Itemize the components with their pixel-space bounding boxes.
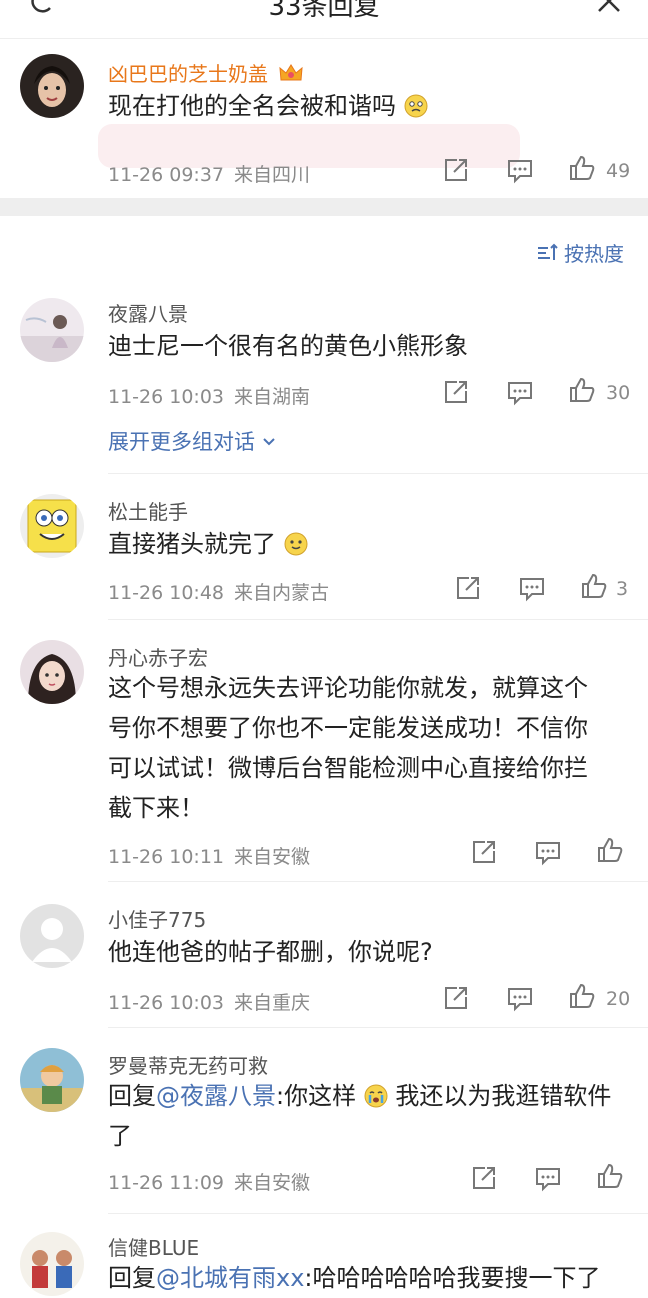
top-bar: 33条回复 (0, 0, 648, 39)
like-count: 49 (606, 160, 631, 182)
comment-meta: 11-26 10:03 来自湖南 (108, 386, 311, 408)
list-item: 信健BLUE 回复@北城有雨xx:哈哈哈哈哈哈我要搜一下了 (0, 1214, 648, 1296)
list-item: 丹心赤子宏 这个号想永远失去评论功能你就发，就算这个 号你不想要了你也不一定能发… (0, 620, 648, 882)
comment-text: 这个号想永远失去评论功能你就发，就算这个 号你不想要了你也不一定能发送成功！不信… (108, 674, 588, 822)
like-count: 3 (616, 578, 629, 600)
avatar[interactable] (20, 1232, 84, 1296)
avatar[interactable] (20, 1048, 84, 1112)
comment-text: 他连他爸的帖子都删，你说呢? (108, 938, 433, 966)
comment-meta: 11-26 10:11 来自安徽 (108, 846, 311, 868)
username[interactable]: 凶巴巴的芝士奶盖 (108, 58, 304, 87)
mention-link[interactable]: @北城有雨xx (156, 1264, 304, 1292)
like-icon[interactable] (580, 572, 608, 600)
share-icon[interactable] (442, 378, 470, 406)
username[interactable]: 丹心赤子宏 (108, 642, 208, 671)
comment-icon[interactable] (506, 984, 534, 1012)
username[interactable]: 小佳子775 (108, 904, 206, 933)
list-item: 松土能手 直接猪头就完了 11-26 10:48 来自内蒙古 3 (0, 474, 648, 620)
smile-emoji-icon (284, 532, 308, 556)
like-count: 20 (606, 988, 631, 1010)
mention-link[interactable]: @夜露八景 (156, 1082, 276, 1110)
worried-emoji-icon (404, 94, 428, 118)
comment-text: 直接猪头就完了 (108, 524, 628, 564)
avatar[interactable] (20, 494, 84, 558)
comment-icon[interactable] (534, 1164, 562, 1192)
comment-text: 迪士尼一个很有名的黄色小熊形象 (108, 332, 468, 360)
username[interactable]: 松土能手 (108, 496, 188, 525)
share-icon[interactable] (454, 574, 482, 602)
crying-emoji-icon (364, 1084, 388, 1108)
like-icon[interactable] (568, 154, 596, 182)
page-title: 33条回复 (268, 0, 380, 22)
like-icon[interactable] (568, 376, 596, 404)
sort-toggle[interactable]: 按热度 (536, 238, 624, 266)
comment-icon[interactable] (506, 378, 534, 406)
comment-text: 回复@夜露八景:你这样 我还以为我逛错软件 了 (108, 1082, 612, 1150)
chevron-down-icon (262, 438, 275, 446)
expand-conversation-link[interactable]: 展开更多组对话 (108, 426, 276, 456)
username[interactable]: 罗曼蒂克无药可救 (108, 1050, 268, 1079)
avatar[interactable] (20, 640, 84, 704)
share-icon[interactable] (470, 838, 498, 866)
avatar[interactable] (20, 904, 84, 968)
comment-text: 回复@北城有雨xx:哈哈哈哈哈哈我要搜一下了 (108, 1264, 601, 1292)
list-item: 罗曼蒂克无药可救 回复@夜露八景:你这样 我还以为我逛错软件 了 11-26 1… (0, 1028, 648, 1214)
like-count: 30 (606, 382, 631, 404)
share-icon[interactable] (470, 1164, 498, 1192)
comment-meta: 11-26 11:09 来自安徽 (108, 1172, 311, 1194)
comment-meta: 11-26 10:03 来自重庆 (108, 992, 311, 1014)
list-item: 小佳子775 他连他爸的帖子都删，你说呢? 11-26 10:03 来自重庆 20 (0, 882, 648, 1028)
list-item: 夜露八景 迪士尼一个很有名的黄色小熊形象 11-26 10:03 来自湖南 30 … (0, 290, 648, 474)
comment-icon[interactable] (506, 156, 534, 184)
comment-meta: 11-26 09:37 来自四川 (108, 164, 311, 186)
root-comment: 凶巴巴的芝士奶盖 现在打他的全名会被和谐吗 11-26 09:37 来自四川 49 (0, 40, 648, 198)
close-icon[interactable] (594, 0, 624, 16)
username[interactable]: 信健BLUE (108, 1232, 199, 1261)
avatar[interactable] (20, 298, 84, 362)
like-icon[interactable] (596, 836, 624, 864)
share-icon[interactable] (442, 984, 470, 1012)
comment-text: 现在打他的全名会被和谐吗 (108, 86, 628, 126)
sort-icon (538, 243, 558, 260)
comment-icon[interactable] (518, 574, 546, 602)
comment-icon[interactable] (534, 838, 562, 866)
section-divider (0, 198, 648, 216)
like-icon[interactable] (568, 982, 596, 1010)
comment-meta: 11-26 10:48 来自内蒙古 (108, 582, 330, 604)
like-icon[interactable] (596, 1162, 624, 1190)
crown-icon (279, 64, 303, 81)
username[interactable]: 夜露八景 (108, 298, 188, 327)
share-icon[interactable] (442, 156, 470, 184)
avatar[interactable] (20, 54, 84, 118)
